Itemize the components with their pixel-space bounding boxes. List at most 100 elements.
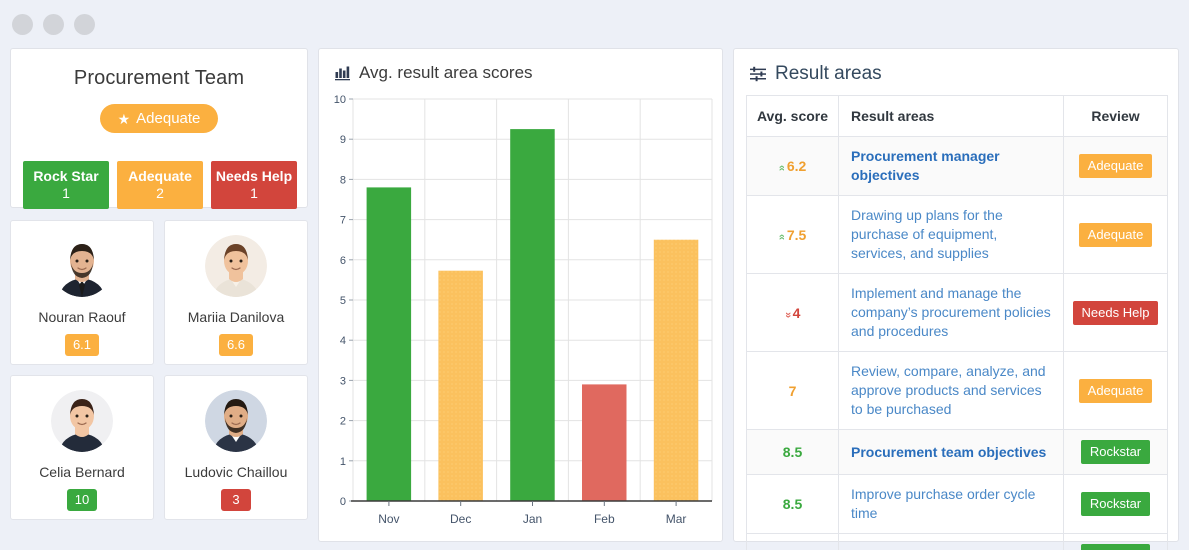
team-status-pill[interactable]: ★ Adequate bbox=[100, 104, 219, 133]
table-row[interactable]: »7.5Drawing up plans for the purchase of… bbox=[747, 196, 1168, 274]
cell-avg-score: 8.5 bbox=[747, 430, 839, 475]
chart-title: Avg. result area scores bbox=[359, 63, 533, 83]
svg-text:4: 4 bbox=[340, 335, 346, 347]
cell-review: Adequate bbox=[1064, 352, 1168, 430]
member-card[interactable]: Nouran Raouf 6.1 bbox=[10, 220, 154, 365]
count-box-rock-star[interactable]: Rock Star1 bbox=[23, 161, 109, 209]
cell-result-area[interactable]: Procurement manager objectives bbox=[839, 137, 1064, 196]
team-counts: Rock Star1Adequate2Needs Help1 bbox=[11, 161, 309, 209]
cell-review: Adequate bbox=[1064, 137, 1168, 196]
count-label: Needs Help bbox=[211, 167, 297, 185]
member-score-wrap: 10 bbox=[11, 480, 153, 511]
cell-review: Rockstar bbox=[1064, 430, 1168, 475]
avatar bbox=[205, 235, 267, 297]
svg-text:2: 2 bbox=[340, 416, 346, 428]
cell-result-area[interactable]: Implement and manage the company’s procu… bbox=[839, 274, 1064, 352]
svg-text:0: 0 bbox=[340, 496, 346, 508]
table-header-row: Avg. score Result areas Review bbox=[747, 96, 1168, 137]
result-panel-header: Result areas bbox=[734, 49, 1178, 85]
team-title: Procurement Team bbox=[11, 49, 307, 90]
cell-avg-score: »4 bbox=[747, 274, 839, 352]
cell-result-area[interactable]: Review, compare, analyze, and approve pr… bbox=[839, 352, 1064, 430]
svg-text:Feb: Feb bbox=[594, 512, 615, 526]
sliders-icon bbox=[750, 66, 767, 82]
member-score-badge: 10 bbox=[67, 489, 97, 511]
cell-review: Rockstar bbox=[1064, 534, 1168, 550]
member-card[interactable]: Celia Bernard 10 bbox=[10, 375, 154, 520]
window-dot-maximize[interactable] bbox=[74, 14, 95, 35]
table-row[interactable]: 8.5Improve purchase order cycle time Rock… bbox=[747, 475, 1168, 534]
svg-text:8: 8 bbox=[340, 174, 346, 186]
cell-review: Adequate bbox=[1064, 196, 1168, 274]
app-window: Procurement Team ★ Adequate Rock Star1Ad… bbox=[0, 0, 1189, 550]
trend-down-icon: » bbox=[782, 311, 794, 317]
table-row[interactable]: 8.5Improve contract compliance Rockstar bbox=[747, 534, 1168, 550]
review-badge[interactable]: Needs Help bbox=[1073, 301, 1159, 325]
column-header-area[interactable]: Result areas bbox=[839, 96, 1064, 137]
member-score-badge: 3 bbox=[221, 489, 251, 511]
member-name: Celia Bernard bbox=[11, 464, 153, 480]
count-label: Rock Star bbox=[23, 167, 109, 185]
bar-chart: 012345678910 NovDecJanFebMar bbox=[319, 91, 724, 543]
review-badge[interactable]: Adequate bbox=[1079, 379, 1153, 403]
cell-result-area[interactable]: Procurement team objectives bbox=[839, 430, 1064, 475]
cell-result-area[interactable]: Drawing up plans for the purchase of equ… bbox=[839, 196, 1064, 274]
svg-text:Dec: Dec bbox=[450, 512, 471, 526]
team-status-label: Adequate bbox=[136, 111, 200, 126]
cell-avg-score: »6.2 bbox=[747, 137, 839, 196]
svg-text:10: 10 bbox=[334, 94, 346, 106]
avatar bbox=[51, 390, 113, 452]
member-score-wrap: 3 bbox=[165, 480, 307, 511]
avatar bbox=[51, 235, 113, 297]
review-badge[interactable]: Rockstar bbox=[1081, 544, 1150, 550]
table-row[interactable]: 7 Review, compare, analyze, and approve p… bbox=[747, 352, 1168, 430]
trend-up-icon: » bbox=[776, 233, 788, 239]
review-badge[interactable]: Rockstar bbox=[1081, 492, 1150, 516]
team-summary-card: Procurement Team ★ Adequate Rock Star1Ad… bbox=[10, 48, 308, 208]
bar-chart-icon bbox=[335, 65, 351, 81]
count-value: 1 bbox=[23, 185, 109, 202]
cell-avg-score: 8.5 bbox=[747, 475, 839, 534]
svg-text:9: 9 bbox=[340, 134, 346, 146]
member-name: Mariia Danilova bbox=[165, 309, 307, 325]
review-badge[interactable]: Adequate bbox=[1079, 223, 1153, 247]
score-value: 7.5 bbox=[787, 227, 806, 243]
cell-result-area[interactable]: Improve purchase order cycle time bbox=[839, 475, 1064, 534]
cell-avg-score: 8.5 bbox=[747, 534, 839, 550]
count-label: Adequate bbox=[117, 167, 203, 185]
chart-panel: Avg. result area scores 012345678910 Nov… bbox=[318, 48, 723, 542]
cell-review: Rockstar bbox=[1064, 475, 1168, 534]
svg-text:5: 5 bbox=[340, 295, 346, 307]
svg-text:Nov: Nov bbox=[378, 512, 399, 526]
member-name: Nouran Raouf bbox=[11, 309, 153, 325]
svg-text:3: 3 bbox=[340, 375, 346, 387]
score-value: 7 bbox=[789, 383, 797, 399]
table-row[interactable]: 8.5 Procurement team objectives Rockstar bbox=[747, 430, 1168, 475]
team-member-grid: Nouran Raouf 6.1 Mariia Danilova 6.6 bbox=[10, 220, 308, 520]
table-row[interactable]: »4Implement and manage the company’s pro… bbox=[747, 274, 1168, 352]
window-dot-minimize[interactable] bbox=[43, 14, 64, 35]
score-value: 8.5 bbox=[783, 444, 802, 460]
team-status-wrap: ★ Adequate bbox=[11, 104, 307, 133]
member-score-badge: 6.6 bbox=[219, 334, 253, 356]
table-row[interactable]: »6.2Procurement manager objectives Adequa… bbox=[747, 137, 1168, 196]
cell-avg-score: 7 bbox=[747, 352, 839, 430]
count-box-adequate[interactable]: Adequate2 bbox=[117, 161, 203, 209]
avatar bbox=[205, 390, 267, 452]
review-badge[interactable]: Rockstar bbox=[1081, 440, 1150, 464]
window-dot-close[interactable] bbox=[12, 14, 33, 35]
count-value: 1 bbox=[211, 185, 297, 202]
count-box-needs-help[interactable]: Needs Help1 bbox=[211, 161, 297, 209]
column-header-score[interactable]: Avg. score bbox=[747, 96, 839, 137]
chart-panel-header: Avg. result area scores bbox=[319, 49, 722, 83]
review-badge[interactable]: Adequate bbox=[1079, 154, 1153, 178]
member-score-badge: 6.1 bbox=[65, 334, 99, 356]
member-card[interactable]: Ludovic Chaillou 3 bbox=[164, 375, 308, 520]
star-icon: ★ bbox=[118, 112, 131, 126]
cell-avg-score: »7.5 bbox=[747, 196, 839, 274]
cell-result-area[interactable]: Improve contract compliance bbox=[839, 534, 1064, 550]
column-header-review[interactable]: Review bbox=[1064, 96, 1168, 137]
member-name: Ludovic Chaillou bbox=[165, 464, 307, 480]
member-card[interactable]: Mariia Danilova 6.6 bbox=[164, 220, 308, 365]
svg-text:Mar: Mar bbox=[666, 512, 687, 526]
